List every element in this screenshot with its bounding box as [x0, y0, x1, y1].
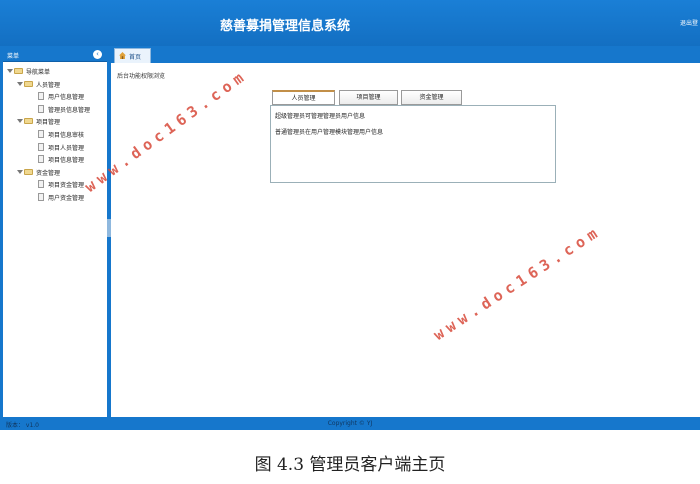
file-icon	[38, 142, 44, 151]
folder-icon	[24, 80, 33, 87]
file-icon	[38, 192, 44, 201]
app-title: 慈善募捐管理信息系统	[219, 19, 350, 34]
tree-label: 项目管理	[36, 119, 61, 127]
app-footer: 版本： v1.0 Copyright © YJ	[0, 417, 700, 430]
tab-personnel-management[interactable]: 人员管理	[272, 90, 335, 105]
logout-link[interactable]: 退出登	[680, 18, 698, 27]
expand-arrow-icon[interactable]	[7, 69, 13, 73]
tree-label: 项目资金管理	[48, 182, 85, 190]
permission-line-1: 超级管理员可管理管理员用户信息	[275, 113, 366, 120]
tab-fund-management[interactable]: 资金管理	[401, 90, 462, 105]
tree-label: 用户资金管理	[48, 194, 85, 202]
folder-icon	[24, 168, 33, 175]
tree-label: 项目信息审核	[48, 131, 85, 139]
tab-project-management[interactable]: 项目管理	[339, 90, 398, 105]
tree-folder[interactable]: 项目管理	[3, 116, 107, 129]
tab-bar: 首页	[111, 47, 700, 63]
tree-label: 导航菜单	[26, 69, 51, 76]
tree-label: 项目人员管理	[48, 144, 85, 152]
sidebar-title: 菜单	[7, 53, 20, 60]
figure-caption: 图 4.3 管理员客户端主页	[254, 455, 446, 475]
file-icon	[38, 104, 44, 113]
file-icon	[38, 180, 44, 189]
app-header: 慈善募捐管理信息系统 退出登	[0, 0, 700, 46]
tree-item[interactable]: 项目人员管理	[3, 142, 107, 155]
tree-label: 项目信息管理	[48, 157, 85, 165]
tree-label: 管理员信息管理	[48, 106, 91, 114]
permission-description: 后台功能权限浏览	[117, 73, 166, 80]
tab-home-label: 首页	[129, 54, 142, 61]
tree-item[interactable]: 项目信息管理	[3, 154, 107, 167]
sidebar-menu: 菜单 ‹ 导航菜单人员管理用户信息管理 管理员信息管理项目管理项目信息审核 项目人员…	[3, 47, 107, 417]
tree-label: 人员管理	[36, 81, 61, 89]
file-icon	[38, 92, 44, 101]
tab-home[interactable]: 首页	[114, 48, 151, 63]
tree-label: 用户信息管理	[48, 94, 85, 102]
tab-content: 超级管理员可管理管理员用户信息 普通管理员在用户管理模块管理用户信息	[270, 105, 556, 183]
folder-icon	[24, 118, 33, 125]
expand-arrow-icon[interactable]	[17, 169, 23, 174]
home-icon	[119, 52, 126, 59]
permission-line-2: 普通管理员在用户管理模块管理用户信息	[275, 129, 384, 136]
tree-item[interactable]: 用户信息管理	[3, 91, 107, 104]
chevron-left-icon[interactable]: ‹	[93, 50, 102, 59]
app-window: 慈善募捐管理信息系统 退出登 菜单 ‹ 导航菜单 人员管理 用户信息管理 管理员信息管…	[0, 0, 700, 430]
expand-arrow-icon[interactable]	[17, 81, 23, 86]
tree-label: 资金管理	[36, 169, 61, 177]
file-icon	[38, 155, 44, 164]
tree-item[interactable]: 项目信息审核	[3, 129, 107, 142]
folder-icon	[14, 68, 23, 74]
file-icon	[38, 129, 44, 138]
tree-item[interactable]: 管理员信息管理	[3, 104, 107, 117]
copyright-text: Copyright © YJ	[327, 420, 373, 427]
expand-arrow-icon[interactable]	[17, 119, 23, 124]
tree-folder[interactable]: 人员管理	[3, 79, 107, 92]
tree-folder[interactable]: 导航菜单	[3, 66, 107, 79]
permission-tabs-panel: 人员管理 项目管理 资金管理 超级管理员可管理管理员用户信息 普通管理员在用户管…	[270, 90, 556, 183]
sidebar-header: 菜单 ‹	[3, 47, 107, 62]
